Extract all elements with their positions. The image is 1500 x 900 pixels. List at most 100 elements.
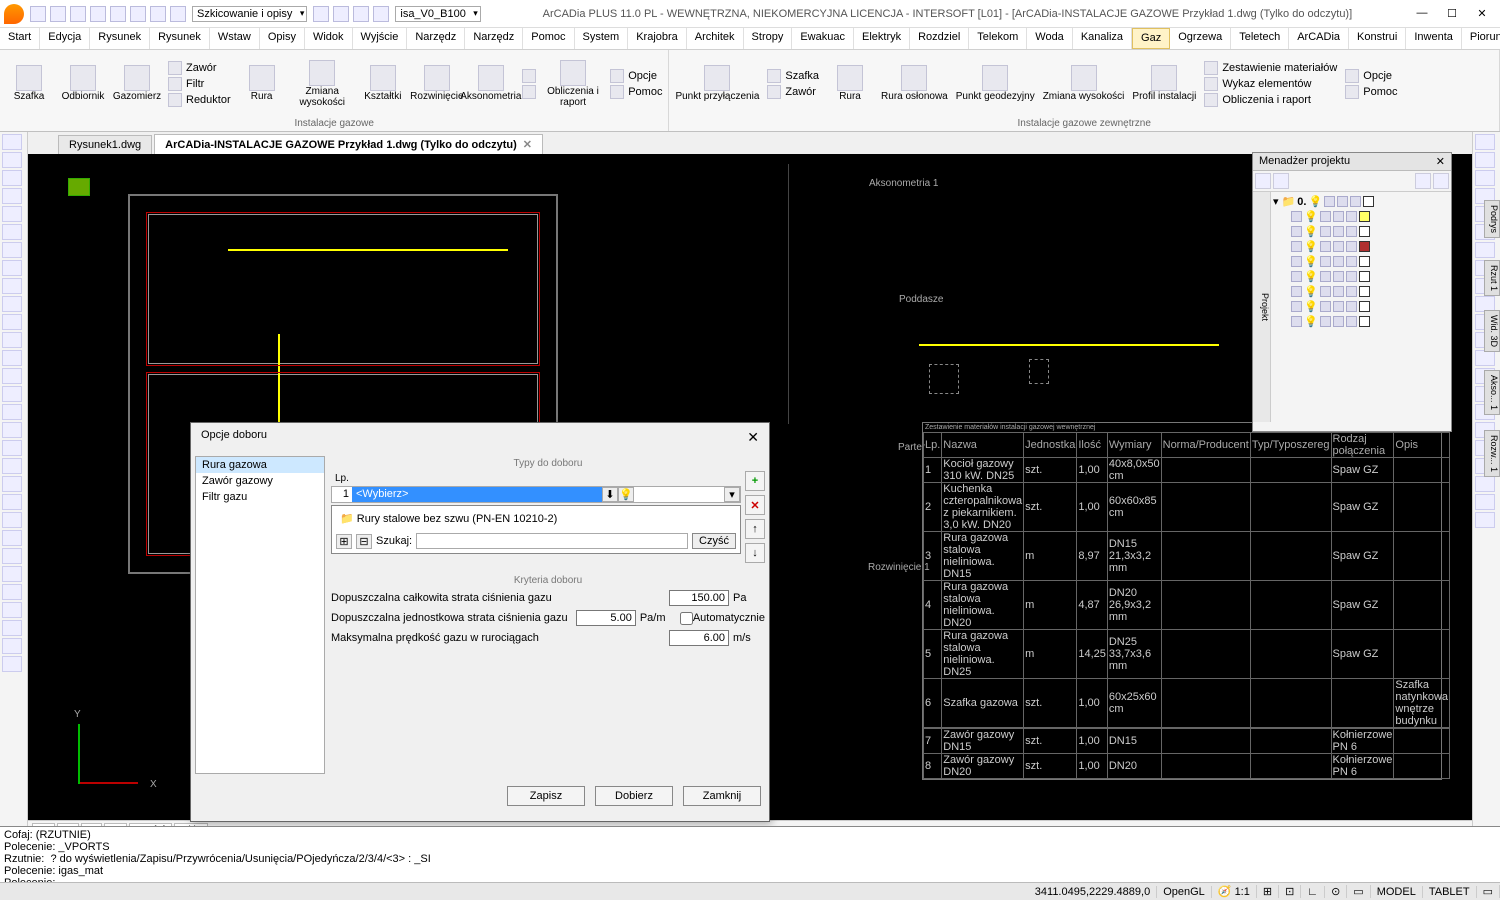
- menu-tab[interactable]: Rysunek: [90, 28, 150, 49]
- qat-icon[interactable]: [30, 6, 46, 22]
- rozwiniecie-tool[interactable]: Rozwinięcie: [414, 65, 460, 103]
- draw-tool-icon[interactable]: [2, 242, 22, 258]
- draw-tool-icon[interactable]: [2, 548, 22, 564]
- menu-tab[interactable]: Architek: [687, 28, 744, 49]
- criterion-input[interactable]: [576, 610, 636, 626]
- gazomierz-tool[interactable]: Gazomierz: [114, 65, 160, 103]
- close-button[interactable]: ✕: [1474, 7, 1490, 20]
- menu-tab[interactable]: Wyjście: [353, 28, 408, 49]
- tab-close-icon[interactable]: ✕: [523, 139, 532, 151]
- draw-tool-icon[interactable]: [2, 314, 22, 330]
- save-button[interactable]: Zapisz: [507, 786, 585, 806]
- menu-tab[interactable]: Start: [0, 28, 40, 49]
- draw-tool-icon[interactable]: [2, 260, 22, 276]
- menu-tab[interactable]: Telekom: [969, 28, 1027, 49]
- criterion-input[interactable]: [669, 630, 729, 646]
- type-dropdown[interactable]: <Wybierz>: [352, 487, 602, 502]
- draw-tool-icon[interactable]: [2, 170, 22, 186]
- rtab-wid3d[interactable]: Wid. 3D: [1484, 310, 1500, 352]
- expand-icon[interactable]: ⊞: [336, 534, 352, 549]
- workspace-combo[interactable]: Szkicowanie i opisy: [192, 6, 307, 22]
- rura2-tool[interactable]: Rura: [827, 65, 873, 103]
- menu-tab[interactable]: Woda: [1027, 28, 1073, 49]
- szafka-tool[interactable]: Szafka: [6, 65, 52, 103]
- list-item[interactable]: Rura gazowa: [196, 457, 324, 473]
- menu-tab[interactable]: Widok: [305, 28, 353, 49]
- qat-icon[interactable]: [130, 6, 146, 22]
- rtab-rozw[interactable]: Rozw... 1: [1484, 430, 1500, 477]
- rtool-icon[interactable]: [1475, 242, 1495, 258]
- profil-tool[interactable]: Profil instalacji: [1132, 65, 1196, 103]
- zmiana-wys2-tool[interactable]: Zmiana wysokości: [1043, 65, 1125, 103]
- layer-combo[interactable]: isa_V0_B100: [395, 6, 480, 22]
- pm-tool-icon[interactable]: [1433, 173, 1449, 189]
- menu-tab[interactable]: Wstaw: [210, 28, 260, 49]
- rtab-rzut[interactable]: Rzut 1: [1484, 260, 1500, 296]
- draw-tool-icon[interactable]: [2, 530, 22, 546]
- folder-item[interactable]: 📁 Rury stalowe bez szwu (PN-EN 10210-2): [336, 510, 736, 527]
- menu-tab[interactable]: Opisy: [260, 28, 305, 49]
- draw-tool-icon[interactable]: [2, 440, 22, 456]
- qat-icon[interactable]: [150, 6, 166, 22]
- rtab-akso[interactable]: Akso... 1: [1484, 370, 1500, 415]
- szafka2-tool[interactable]: Szafka: [767, 69, 819, 83]
- close-button[interactable]: Zamknij: [683, 786, 761, 806]
- qat-icon[interactable]: [333, 6, 349, 22]
- pomoc-tool[interactable]: Pomoc: [610, 85, 662, 99]
- zmiana-wys-tool[interactable]: Zmiana wysokości: [293, 60, 352, 108]
- wykaz-tool[interactable]: Wykaz elementów: [1204, 77, 1337, 91]
- menu-tab[interactable]: Krajobra: [628, 28, 687, 49]
- menu-tab[interactable]: Ogrzewa: [1170, 28, 1231, 49]
- ksztaltki-tool[interactable]: Kształtki: [360, 65, 406, 103]
- draw-tool-icon[interactable]: [2, 620, 22, 636]
- zestawienie-tool[interactable]: Zestawienie materiałów: [1204, 61, 1337, 75]
- pm-vtab[interactable]: Projekt: [1253, 192, 1271, 422]
- rtool-icon[interactable]: [1475, 170, 1495, 186]
- punkt-tool[interactable]: Punkt przyłączenia: [675, 65, 759, 103]
- add-button[interactable]: +: [745, 471, 765, 491]
- chevron-down-icon[interactable]: ▾: [724, 487, 740, 502]
- zawor2-tool[interactable]: Zawór: [767, 85, 819, 99]
- criterion-input[interactable]: [669, 590, 729, 606]
- draw-tool-icon[interactable]: [2, 224, 22, 240]
- bulb-icon[interactable]: 💡: [618, 487, 634, 502]
- draw-tool-icon[interactable]: [2, 152, 22, 168]
- pm-tool-icon[interactable]: [1273, 173, 1289, 189]
- menu-tab[interactable]: Elektryk: [854, 28, 910, 49]
- reduktor-tool[interactable]: Reduktor: [168, 93, 231, 107]
- draw-tool-icon[interactable]: [2, 278, 22, 294]
- draw-tool-icon[interactable]: [2, 422, 22, 438]
- move-down-button[interactable]: ↓: [745, 543, 765, 563]
- status-icon[interactable]: ⊞: [1257, 885, 1279, 898]
- rtab-podrys[interactable]: Podrys: [1484, 200, 1500, 238]
- draw-tool-icon[interactable]: [2, 602, 22, 618]
- rtool-icon[interactable]: [1475, 134, 1495, 150]
- qat-icon[interactable]: [50, 6, 66, 22]
- list-item[interactable]: Filtr gazu: [196, 489, 324, 505]
- menu-tab[interactable]: Rysunek: [150, 28, 210, 49]
- rtool-icon[interactable]: [1475, 512, 1495, 528]
- obliczenia-tool[interactable]: Obliczenia i raport: [544, 60, 602, 108]
- status-icon[interactable]: ∟: [1301, 886, 1325, 898]
- menu-tab[interactable]: Rozdziel: [910, 28, 969, 49]
- menu-tab[interactable]: Stropy: [744, 28, 793, 49]
- status-icon[interactable]: ⊡: [1279, 885, 1301, 898]
- draw-tool-icon[interactable]: [2, 332, 22, 348]
- draw-tool-icon[interactable]: [2, 296, 22, 312]
- draw-tool-icon[interactable]: [2, 368, 22, 384]
- draw-tool-icon[interactable]: [2, 386, 22, 402]
- minimize-button[interactable]: —: [1414, 7, 1430, 20]
- menu-tab[interactable]: Pioruno: [1462, 28, 1500, 49]
- qat-icon[interactable]: [70, 6, 86, 22]
- status-icon[interactable]: ▭: [1347, 885, 1370, 898]
- doc-tab-active[interactable]: ArCADia-INSTALACJE GAZOWE Przykład 1.dwg…: [154, 134, 543, 154]
- draw-tool-icon[interactable]: [2, 206, 22, 222]
- draw-tool-icon[interactable]: [2, 566, 22, 582]
- menu-tab[interactable]: Edycja: [40, 28, 90, 49]
- qat-icon[interactable]: [110, 6, 126, 22]
- delete-button[interactable]: ✕: [745, 495, 765, 515]
- opcje2-tool[interactable]: Opcje: [1345, 69, 1397, 83]
- qat-icon[interactable]: [313, 6, 329, 22]
- menu-tab[interactable]: Kanaliza: [1073, 28, 1132, 49]
- draw-tool-icon[interactable]: [2, 656, 22, 672]
